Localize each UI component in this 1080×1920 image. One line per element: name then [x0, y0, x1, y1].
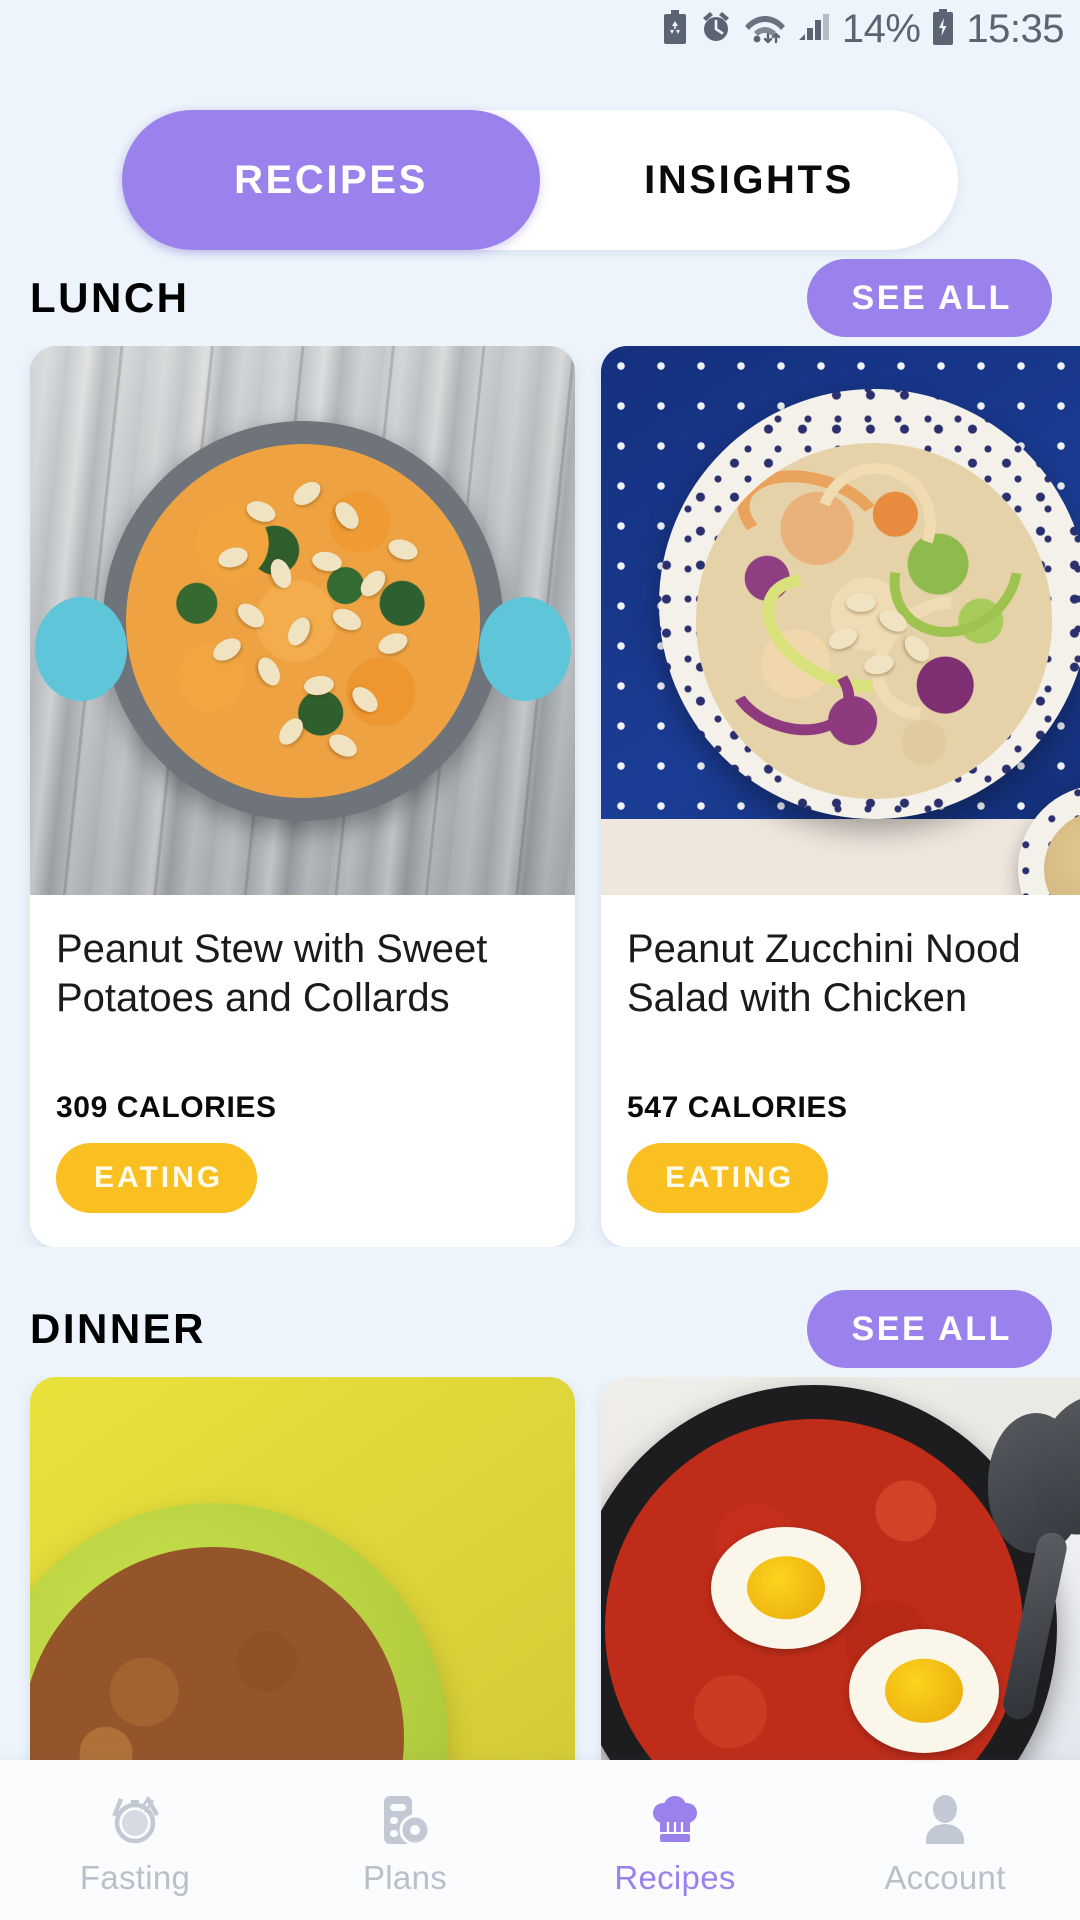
- nav-label-fasting: Fasting: [79, 1859, 191, 1896]
- recipe-card-row-lunch: Peanut Stew with Sweet Potatoes and Coll…: [0, 346, 1080, 1247]
- nav-label-plans: Plans: [362, 1859, 448, 1896]
- nav-item-account[interactable]: Account: [810, 1783, 1080, 1897]
- section-header-lunch: LUNCH SEE ALL: [0, 250, 1080, 346]
- battery-saver-icon: [662, 9, 688, 49]
- recipe-card[interactable]: Peanut Zucchini Nood Salad with Chicken …: [601, 346, 1080, 1247]
- see-all-button-lunch[interactable]: SEE ALL: [807, 259, 1052, 337]
- fasting-clock-icon: [103, 1789, 167, 1853]
- nav-label-recipes: Recipes: [614, 1859, 736, 1896]
- calories-label: 309 CALORIES: [56, 1091, 277, 1124]
- recipe-title-line-1: Peanut Zucchini Nood: [627, 927, 1021, 971]
- battery-percent-label: 14%: [841, 7, 921, 51]
- eating-badge[interactable]: EATING: [627, 1143, 829, 1213]
- battery-charging-icon: [931, 8, 955, 50]
- peanut-stew-photo: [30, 346, 575, 895]
- tab-insights[interactable]: INSIGHTS: [540, 110, 958, 250]
- person-icon: [913, 1789, 977, 1853]
- recipe-title: Peanut Zucchini Nood Salad with Chicken: [627, 925, 1080, 1043]
- wifi-icon: [744, 10, 786, 49]
- recipe-card-body: Peanut Stew with Sweet Potatoes and Coll…: [30, 895, 575, 1247]
- calories-label: 547 CALORIES: [627, 1091, 848, 1124]
- signal-icon: [797, 10, 831, 49]
- tab-toggle: RECIPES INSIGHTS: [122, 110, 958, 250]
- bottom-navigation: Fasting Plans Recipes Account: [0, 1760, 1080, 1920]
- plans-document-icon: [373, 1789, 437, 1853]
- tab-recipes[interactable]: RECIPES: [122, 110, 540, 250]
- recipe-title-line-2: Salad with Chicken: [627, 975, 968, 1020]
- section-title-dinner: DINNER: [30, 1305, 207, 1352]
- recipe-title: Peanut Stew with Sweet Potatoes and Coll…: [56, 925, 549, 1043]
- alarm-icon: [699, 10, 733, 49]
- status-bar: 14% 15:35: [0, 0, 1080, 58]
- recipe-card-body: Peanut Zucchini Nood Salad with Chicken …: [601, 895, 1080, 1247]
- clock-label: 15:35: [966, 7, 1064, 51]
- nav-item-recipes[interactable]: Recipes: [540, 1783, 810, 1897]
- section-title-lunch: LUNCH: [30, 274, 190, 321]
- section-header-dinner: DINNER SEE ALL: [0, 1281, 1080, 1377]
- nav-item-fasting[interactable]: Fasting: [0, 1783, 270, 1897]
- see-all-button-dinner[interactable]: SEE ALL: [807, 1290, 1052, 1368]
- nav-label-account: Account: [884, 1859, 1006, 1896]
- recipe-card[interactable]: Peanut Stew with Sweet Potatoes and Coll…: [30, 346, 575, 1247]
- recipe-title-line-1: Peanut Stew with Sweet: [56, 927, 488, 971]
- chef-hat-icon: [643, 1789, 707, 1853]
- nav-item-plans[interactable]: Plans: [270, 1783, 540, 1897]
- eating-badge[interactable]: EATING: [56, 1143, 258, 1213]
- zucchini-noodle-salad-photo: [601, 346, 1080, 895]
- recipe-title-line-2: Potatoes and Collards: [56, 975, 450, 1020]
